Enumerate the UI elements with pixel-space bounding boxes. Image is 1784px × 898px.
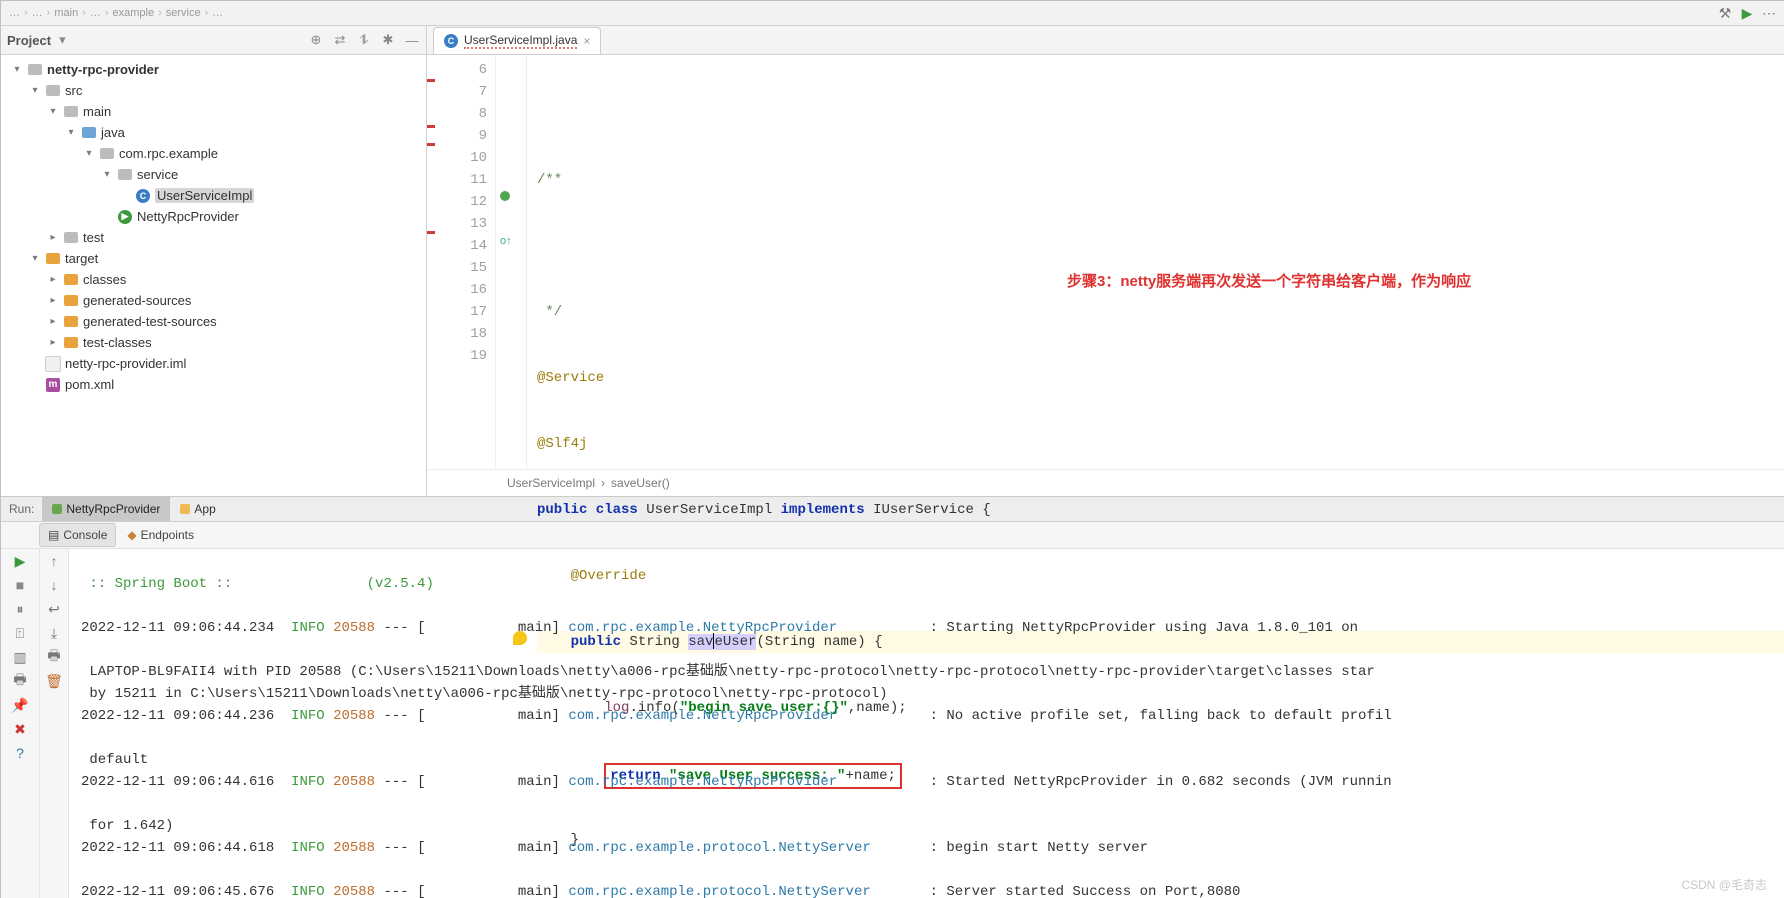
gutter-markers: o↑ <box>496 55 527 469</box>
console-icon: ▤ <box>48 528 59 542</box>
tree-gentestsrc[interactable]: generated-test-sources <box>83 314 217 329</box>
hide-icon[interactable]: — <box>404 32 420 48</box>
console-line: LAPTOP-BL9FAII4 with PID 20588 (C:\Users… <box>81 664 1375 680</box>
more-icon[interactable]: ⋯ <box>1761 5 1777 21</box>
console-output[interactable]: :: Spring Boot :: (v2.5.4) 2022-12-11 09… <box>69 549 1784 898</box>
crumb-item[interactable]: main <box>54 7 78 19</box>
expand-all-icon[interactable]: ⇄ <box>332 32 348 48</box>
console-line: 2022-12-11 09:06:45.676 INFO 20588 --- [… <box>81 881 1784 898</box>
editor-tab[interactable]: C UserServiceImpl.java × <box>433 27 601 54</box>
crumb-item[interactable]: … <box>9 7 20 19</box>
tree-root[interactable]: netty-rpc-provider <box>47 62 159 77</box>
soft-wrap-icon[interactable]: ↩ <box>46 601 62 617</box>
tree-target[interactable]: target <box>65 251 98 266</box>
crumb-item[interactable]: … <box>212 7 223 19</box>
crumb-item[interactable]: service <box>166 7 201 19</box>
console-line: for 1.642) <box>81 818 173 834</box>
down-icon[interactable]: ↓ <box>46 577 62 593</box>
navigation-breadcrumb: …› …› main› …› example› service› … ⚒ ▶ ⋯ <box>1 1 1784 26</box>
crumb-item[interactable]: … <box>32 7 43 19</box>
crumb-item[interactable]: … <box>90 7 101 19</box>
tree-nettyrpcprovider[interactable]: NettyRpcProvider <box>137 209 239 224</box>
endpoints-tab[interactable]: ◆Endpoints <box>118 523 203 547</box>
run-icon[interactable]: ▶ <box>1739 5 1755 21</box>
console-tab[interactable]: ▤Console <box>39 523 116 547</box>
close-icon[interactable]: × <box>583 34 590 48</box>
tab-filename: UserServiceImpl.java <box>464 33 577 49</box>
tree-gensrc[interactable]: generated-sources <box>83 293 191 308</box>
tree-pom[interactable]: pom.xml <box>65 377 114 392</box>
tree-main[interactable]: main <box>83 104 111 119</box>
clear-icon[interactable]: 🗑 <box>46 673 62 689</box>
tree-java[interactable]: java <box>101 125 125 140</box>
tree-classes[interactable]: classes <box>83 272 126 287</box>
print2-icon[interactable]: 🖶 <box>46 649 62 665</box>
console-line: by 15211 in C:\Users\15211\Downloads\net… <box>81 686 888 702</box>
layout-icon[interactable]: ▥ <box>12 649 28 665</box>
override-gutter-icon[interactable]: o↑ <box>500 235 512 247</box>
up-icon[interactable]: ↑ <box>46 553 62 569</box>
run-gutter-icon[interactable] <box>500 191 510 201</box>
tree-userserviceimpl[interactable]: UserServiceImpl <box>155 188 254 203</box>
dump-icon[interactable]: ⍐ <box>12 625 28 641</box>
console-line: :: Spring Boot :: (v2.5.4) <box>81 576 434 592</box>
code-area[interactable]: /** */ @Service @Slf4j public class User… <box>527 55 1784 469</box>
console-line: default <box>81 752 148 768</box>
editor[interactable]: 678910111213141516171819 o↑ /** */ @Serv… <box>427 55 1784 469</box>
rerun-icon[interactable]: ▶ <box>12 553 28 569</box>
select-opened-file-icon[interactable]: ⊕ <box>308 32 324 48</box>
run-tab-nettyrpcprovider[interactable]: NettyRpcProvider <box>42 497 170 521</box>
print-icon[interactable]: 🖶 <box>12 673 28 689</box>
tree-testcls[interactable]: test-classes <box>83 335 152 350</box>
console-line: 2022-12-11 09:06:44.234 INFO 20588 --- [… <box>81 617 1784 639</box>
pause-icon[interactable]: ⏸ <box>12 601 28 617</box>
console-line: 2022-12-11 09:06:44.618 INFO 20588 --- [… <box>81 837 1784 859</box>
editor-tabs: C UserServiceImpl.java × <box>427 26 1784 55</box>
tree-test[interactable]: test <box>83 230 104 245</box>
collapse-all-icon[interactable]: ⥮ <box>356 32 372 48</box>
stop-icon[interactable]: ■ <box>12 577 28 593</box>
annotation-text: 步骤3：netty服务端再次发送一个字符串给客户端，作为响应 <box>1067 271 1471 293</box>
scroll-end-icon[interactable]: ⤓ <box>46 625 62 641</box>
project-panel-title: Project <box>7 33 51 48</box>
tree-src[interactable]: src <box>65 83 82 98</box>
endpoints-icon: ◆ <box>127 528 136 542</box>
tree-iml[interactable]: netty-rpc-provider.iml <box>65 356 186 371</box>
tree-service[interactable]: service <box>137 167 178 182</box>
run-tool-window: Run: NettyRpcProvider App ▤Console ◆Endp… <box>1 496 1784 898</box>
tree-pkg[interactable]: com.rpc.example <box>119 146 218 161</box>
settings-icon[interactable]: ✱ <box>380 32 396 48</box>
run-label: Run: <box>1 502 42 516</box>
exit-icon[interactable]: ✖ <box>12 721 28 737</box>
line-gutter: 678910111213141516171819 <box>427 55 496 469</box>
help-icon[interactable]: ? <box>12 745 28 761</box>
run-toolbar: ▶ ■ ⏸ ⍐ ▥ 🖶 📌 ✖ ? <box>1 549 40 898</box>
run-tab-app[interactable]: App <box>170 497 225 521</box>
crumb-item[interactable]: example <box>113 7 155 19</box>
console-toolbar: ↑ ↓ ↩ ⤓ 🖶 🗑 <box>40 549 69 898</box>
console-line: 2022-12-11 09:06:44.236 INFO 20588 --- [… <box>81 705 1784 727</box>
build-icon[interactable]: ⚒ <box>1717 5 1733 21</box>
console-line: 2022-12-11 09:06:44.616 INFO 20588 --- [… <box>81 771 1784 793</box>
pin-icon[interactable]: 📌 <box>12 697 28 713</box>
project-tool-window: Project ▾ ⊕ ⇄ ⥮ ✱ — ▾netty-rpc-provider … <box>1 26 427 496</box>
project-tree[interactable]: ▾netty-rpc-provider ▾src ▾main ▾java ▾co… <box>1 55 426 496</box>
